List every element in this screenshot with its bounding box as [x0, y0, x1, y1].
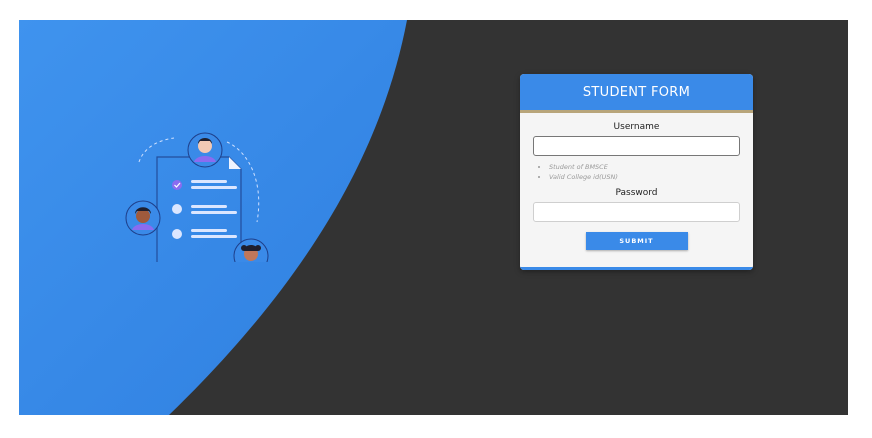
- username-hints: Student of BMSCE Valid College id(USN): [533, 162, 740, 182]
- password-label: Password: [615, 188, 658, 198]
- password-input[interactable]: [533, 202, 740, 222]
- hint-item: Valid College id(USN): [549, 172, 740, 182]
- username-input[interactable]: [533, 136, 740, 156]
- card-footer-bar: [520, 267, 753, 270]
- username-label: Username: [613, 122, 660, 132]
- student-form-card: STUDENT FORM Username Student of BMSCE V…: [520, 74, 753, 270]
- checklist-with-people-icon: [125, 132, 269, 262]
- hint-item: Student of BMSCE: [549, 162, 740, 172]
- submit-button[interactable]: SUBMIT: [585, 232, 688, 250]
- page-viewport: STUDENT FORM Username Student of BMSCE V…: [19, 20, 848, 415]
- form-title: STUDENT FORM: [520, 74, 753, 113]
- form-body: Username Student of BMSCE Valid College …: [520, 113, 753, 250]
